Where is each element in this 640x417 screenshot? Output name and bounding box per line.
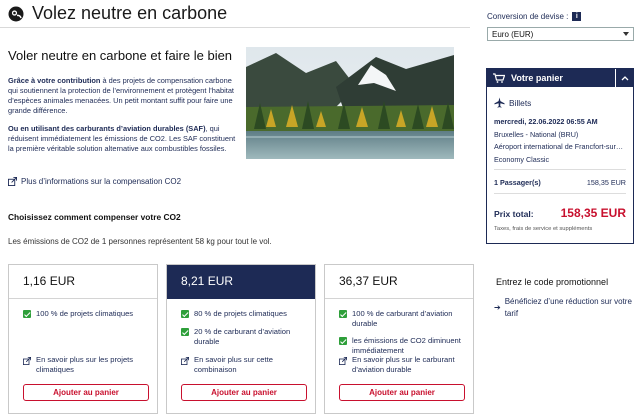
brand-logo-icon xyxy=(8,6,24,21)
option-feature-label: 20 % de carburant d’aviation durable xyxy=(194,327,291,346)
option-info-link-label: En savoir plus sur les projets climatiqu… xyxy=(36,355,134,374)
checkmark-icon xyxy=(339,337,347,345)
airplane-icon xyxy=(494,97,505,108)
cart-tickets-label: Billets xyxy=(509,97,532,108)
option-info-link[interactable]: En savoir plus sur les projets climatiqu… xyxy=(23,355,149,375)
passengers-label: 1 Passager(s) xyxy=(494,178,541,187)
checkmark-icon xyxy=(181,310,189,318)
option-feature: 20 % de carburant d’aviation durable xyxy=(181,327,307,347)
external-link-icon xyxy=(339,357,347,365)
arrow-right-icon: ➔ xyxy=(494,303,501,312)
add-to-cart-button[interactable]: Ajouter au panier xyxy=(339,384,465,401)
divider xyxy=(494,193,626,194)
promo-code-title: Entrez le code promotionnel xyxy=(496,277,609,287)
cart-collapse-button[interactable] xyxy=(615,69,633,87)
compensation-option-card[interactable]: 36,37 EUR 100 % de carburant d’aviation … xyxy=(324,264,474,414)
promo-code-link-label: Bénéficiez d’une réduction sur votre tar… xyxy=(504,297,632,318)
option-feature-label: 100 % de carburant d’aviation durable xyxy=(352,309,453,328)
cart-title: Votre panier xyxy=(511,73,563,83)
currency-label-text: Conversion de devise : xyxy=(487,12,569,21)
option-feature: 100 % de projets climatiques xyxy=(23,309,149,319)
add-to-cart-button[interactable]: Ajouter au panier xyxy=(181,384,307,401)
option-feature: 100 % de carburant d’aviation durable xyxy=(339,309,465,329)
compensation-section-title: Choisissez comment compenser votre CO2 xyxy=(8,212,181,222)
chevron-down-icon xyxy=(623,32,629,36)
flight-origin: Bruxelles - National (BRU) xyxy=(494,130,579,139)
currency-select-value: Euro (EUR) xyxy=(492,30,534,39)
cart-panel: Votre panier Billets mercredi, 22.06.202… xyxy=(486,68,634,244)
flight-cabin: Economy Classic xyxy=(494,155,550,164)
total-label: Prix total: xyxy=(494,209,534,219)
option-feature: 80 % de projets climatiques xyxy=(181,309,307,319)
cart-header: Votre panier xyxy=(487,69,633,87)
option-price: 1,16 EUR xyxy=(9,265,157,299)
total-price: 158,35 EUR xyxy=(560,206,626,220)
option-price: 36,37 EUR xyxy=(325,265,473,299)
emissions-text: Les émissions de CO2 de 1 personnes repr… xyxy=(8,237,272,246)
option-info-link[interactable]: En savoir plus sur le carburant d’aviati… xyxy=(339,355,465,375)
para-bold: Grâce à votre contribution xyxy=(8,76,101,85)
promo-code-link[interactable]: ➔ Bénéficiez d’une réduction sur votre t… xyxy=(494,296,634,320)
passengers-price: 158,35 EUR xyxy=(586,178,626,187)
option-feature: les émissions de CO2 diminuent immédiate… xyxy=(339,336,465,356)
cart-tickets: Billets xyxy=(494,97,531,108)
option-price: 8,21 EUR xyxy=(167,265,315,299)
landscape-image xyxy=(246,47,454,159)
intro-paragraph-saf: Ou en utilisant des carburants d’aviatio… xyxy=(8,124,236,154)
external-link-icon xyxy=(8,177,17,186)
option-info-link[interactable]: En savoir plus sur cette combinaison xyxy=(181,355,307,375)
flight-destination: Aéroport international de Francfort-sur… xyxy=(494,142,624,151)
option-info-link-label: En savoir plus sur le carburant d’aviati… xyxy=(352,355,455,374)
compensation-option-card[interactable]: 8,21 EUR 80 % de projets climatiques 20 … xyxy=(166,264,316,414)
currency-select[interactable]: Euro (EUR) xyxy=(487,27,634,41)
fees-note: Taxes, frais de service et suppléments xyxy=(494,226,593,232)
intro-paragraph-contribution: Grâce à votre contribution à des projets… xyxy=(8,76,236,116)
compensation-option-card[interactable]: 1,16 EUR 100 % de projets climatiques En… xyxy=(8,264,158,414)
checkmark-icon xyxy=(181,328,189,336)
external-link-icon xyxy=(181,357,189,365)
external-link-icon xyxy=(23,357,31,365)
page-header: Volez neutre en carbone xyxy=(0,0,470,28)
para-bold: Ou en utilisant des carburants d’aviatio… xyxy=(8,124,206,133)
chevron-up-icon xyxy=(621,76,628,81)
checkmark-icon xyxy=(23,310,31,318)
cart-icon xyxy=(493,73,505,83)
compensation-info-link[interactable]: Plus d’informations sur la compensation … xyxy=(8,177,181,186)
add-to-cart-button[interactable]: Ajouter au panier xyxy=(23,384,149,401)
info-icon[interactable]: i xyxy=(572,12,582,21)
currency-label: Conversion de devise : i xyxy=(487,12,582,21)
option-info-link-label: En savoir plus sur cette combinaison xyxy=(194,355,273,374)
compensation-info-link-label: Plus d’informations sur la compensation … xyxy=(21,177,182,186)
page-title: Volez neutre en carbone xyxy=(32,3,228,23)
flight-date: mercredi, 22.06.2022 06:55 AM xyxy=(494,117,598,126)
option-feature-label: les émissions de CO2 diminuent immédiate… xyxy=(352,336,461,355)
divider xyxy=(494,169,626,170)
checkmark-icon xyxy=(339,310,347,318)
intro-title: Voler neutre en carbone et faire le bien xyxy=(8,48,233,63)
option-feature-label: 80 % de projets climatiques xyxy=(194,309,287,318)
option-feature-label: 100 % de projets climatiques xyxy=(36,309,134,318)
